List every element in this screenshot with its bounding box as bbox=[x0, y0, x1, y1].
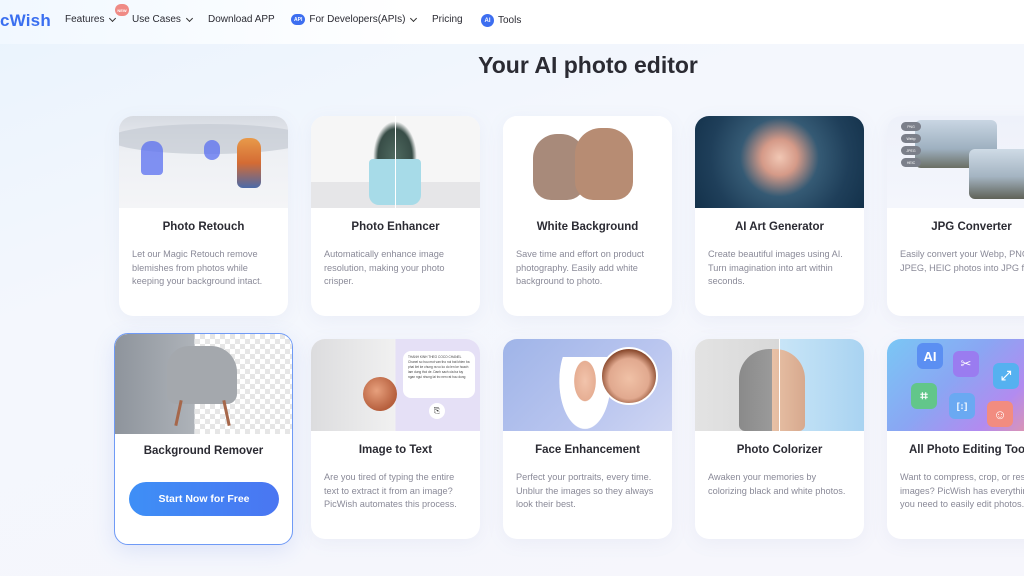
card-title: JPG Converter bbox=[931, 221, 1012, 233]
face-enhancement-thumbnail bbox=[503, 339, 672, 431]
image-to-text-thumbnail: THANH KINH THEO COCO CHANEL Chanel so hu… bbox=[311, 339, 480, 431]
card-title: All Photo Editing Tools bbox=[909, 444, 1024, 456]
card-description: Easily convert your Webp, PNG, JPEG, HEI… bbox=[900, 249, 1024, 273]
card-jpg-converter[interactable]: PNG Webp JPEG HEIC JPG JPG Converter Eas… bbox=[887, 116, 1024, 316]
card-ai-art-generator[interactable]: AI Art Generator Create beautiful images… bbox=[695, 116, 864, 316]
ai-icon: AI bbox=[481, 14, 494, 27]
paint-bucket-icon: ✂ bbox=[953, 351, 979, 377]
format-chip: HEIC bbox=[901, 158, 921, 167]
card-title: White Background bbox=[536, 221, 639, 233]
nav-developers-label: For Developers(APIs) bbox=[309, 14, 406, 25]
crop-icon: ⌗ bbox=[911, 383, 937, 409]
ai-tile-icon: AI bbox=[917, 343, 943, 369]
nav-tools[interactable]: AI Tools bbox=[481, 14, 521, 27]
nav-pricing[interactable]: Pricing bbox=[432, 14, 463, 25]
card-face-enhancement[interactable]: Face Enhancement Perfect your portraits,… bbox=[503, 339, 672, 539]
nav-pricing-label: Pricing bbox=[432, 14, 463, 25]
top-navbar: cWish Features NEW Use Cases Download AP… bbox=[0, 0, 1024, 44]
format-chip: JPEG bbox=[901, 146, 921, 155]
logo[interactable]: cWish bbox=[0, 11, 51, 31]
card-photo-colorizer[interactable]: Photo Colorizer Awaken your memories by … bbox=[695, 339, 864, 539]
nav-features[interactable]: Features bbox=[65, 14, 117, 25]
card-description: Want to compress, crop, or resize images… bbox=[900, 472, 1024, 510]
chevron-down-icon bbox=[109, 14, 117, 22]
card-title: AI Art Generator bbox=[734, 221, 825, 233]
card-white-background[interactable]: White Background Save time and effort on… bbox=[503, 116, 672, 316]
card-description: Are you tired of typing the entire text … bbox=[324, 472, 457, 510]
card-photo-retouch[interactable]: Photo Retouch Let our Magic Retouch remo… bbox=[119, 116, 288, 316]
card-title: Photo Retouch bbox=[162, 221, 245, 233]
nav-features-label: Features bbox=[65, 14, 105, 25]
card-description: Let our Magic Retouch remove blemishes f… bbox=[132, 249, 263, 287]
card-background-remover[interactable]: Background Remover Start Now for Free bbox=[114, 333, 293, 545]
ai-art-thumbnail bbox=[695, 116, 864, 208]
compress-icon: [↕] bbox=[949, 393, 975, 419]
page-title: Your AI photo editor bbox=[478, 52, 698, 78]
card-description: Save time and effort on product photogra… bbox=[516, 249, 645, 287]
card-all-tools[interactable]: AI ✂ ⤢ ⌗ [↕] ☺ All Photo Editing Tools W… bbox=[887, 339, 1024, 539]
nav-tools-label: Tools bbox=[498, 15, 522, 26]
chevron-down-icon bbox=[185, 14, 193, 22]
all-tools-thumbnail: AI ✂ ⤢ ⌗ [↕] ☺ bbox=[887, 339, 1024, 431]
card-title: Face Enhancement bbox=[535, 444, 640, 456]
nav-developers[interactable]: API For Developers(APIs) bbox=[291, 14, 418, 25]
card-title: Background Remover bbox=[143, 445, 264, 457]
nav-download-app-label: Download APP bbox=[208, 14, 275, 25]
copy-icon: ⎘ bbox=[429, 403, 445, 419]
card-title: Photo Colorizer bbox=[736, 444, 823, 456]
background-remover-thumbnail bbox=[115, 334, 292, 434]
chevron-down-icon bbox=[410, 14, 418, 22]
photo-enhancer-thumbnail bbox=[311, 116, 480, 208]
format-chip: Webp bbox=[901, 134, 921, 143]
jpg-converter-thumbnail: PNG Webp JPEG HEIC JPG bbox=[887, 116, 1024, 208]
resize-icon: ⤢ bbox=[993, 363, 1019, 389]
photo-retouch-thumbnail bbox=[119, 116, 288, 208]
nav-use-cases-label: Use Cases bbox=[132, 14, 181, 25]
new-badge: NEW bbox=[115, 4, 129, 16]
card-title: Photo Enhancer bbox=[351, 221, 440, 233]
card-title: Image to Text bbox=[358, 444, 433, 456]
card-description: Create beautiful images using AI. Turn i… bbox=[708, 249, 843, 287]
photo-colorizer-thumbnail bbox=[695, 339, 864, 431]
nav-use-cases[interactable]: Use Cases bbox=[132, 14, 193, 25]
nav-download-app[interactable]: Download APP bbox=[208, 14, 275, 25]
card-image-to-text[interactable]: THANH KINH THEO COCO CHANEL Chanel so hu… bbox=[311, 339, 480, 539]
card-description: Perfect your portraits, every time. Unbl… bbox=[516, 472, 654, 510]
start-now-button[interactable]: Start Now for Free bbox=[129, 482, 279, 516]
white-background-thumbnail bbox=[503, 116, 672, 208]
api-icon: API bbox=[291, 14, 306, 25]
face-icon: ☺ bbox=[987, 401, 1013, 427]
format-chip: PNG bbox=[901, 122, 921, 131]
card-description: Automatically enhance image resolution, … bbox=[324, 249, 445, 287]
ocr-result-bubble: THANH KINH THEO COCO CHANEL Chanel so hu… bbox=[403, 351, 475, 398]
card-photo-enhancer[interactable]: Photo Enhancer Automatically enhance ima… bbox=[311, 116, 480, 316]
card-description: Awaken your memories by colorizing black… bbox=[708, 472, 846, 496]
